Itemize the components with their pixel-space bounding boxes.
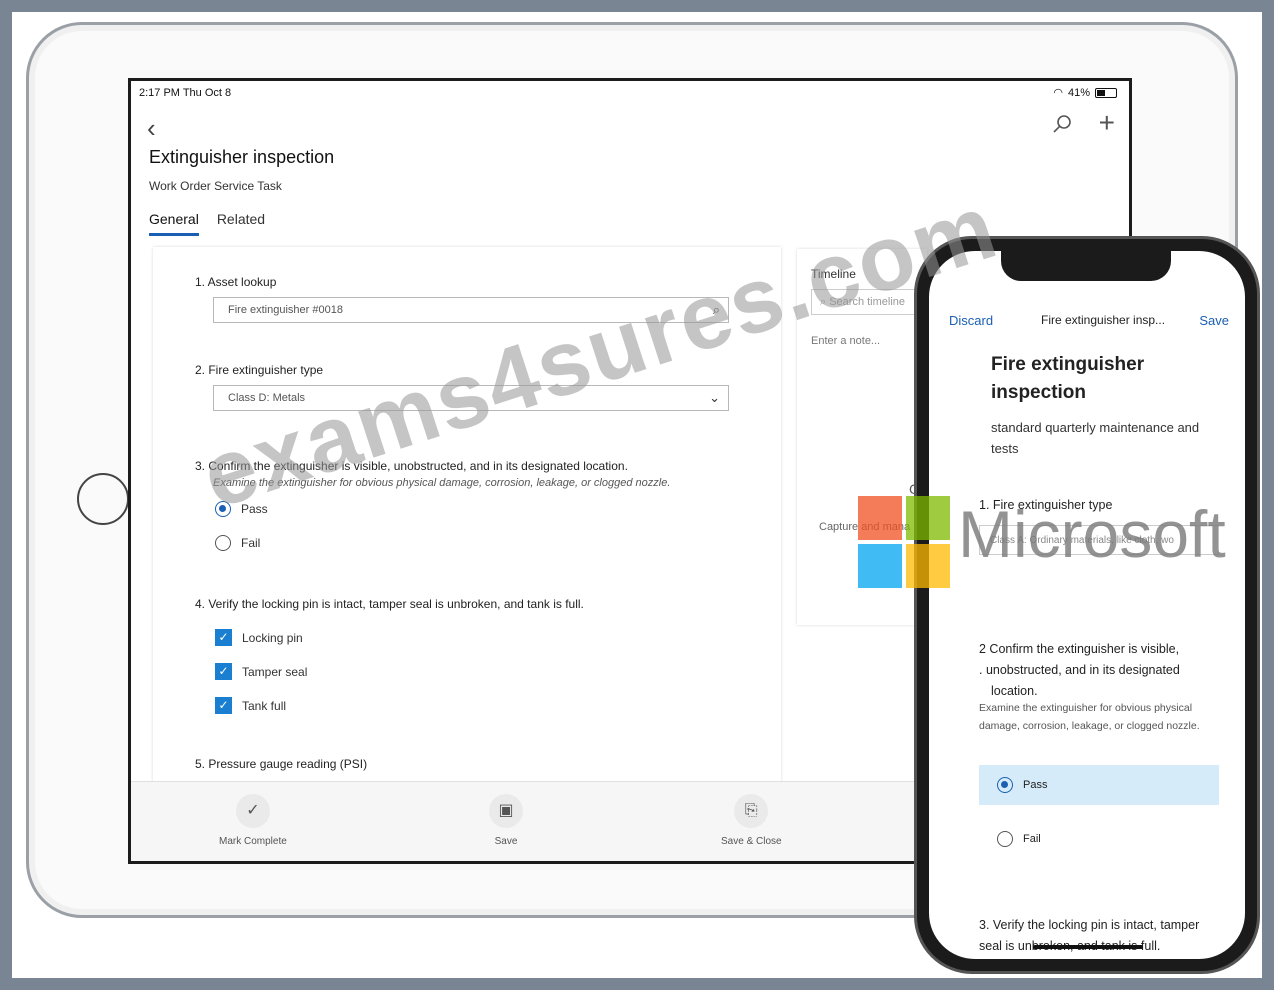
battery-icon xyxy=(1095,87,1117,98)
checkbox-label: Tamper seal xyxy=(242,664,308,679)
mark-complete-label: Mark Complete xyxy=(219,836,287,847)
tab-general[interactable]: General xyxy=(149,211,199,236)
home-indicator[interactable] xyxy=(1033,945,1143,949)
tab-related[interactable]: Related xyxy=(217,211,265,236)
phone-screen: Discard Fire extinguisher insp... Save F… xyxy=(929,251,1245,959)
phone-notch xyxy=(1001,251,1171,281)
radio-fail-label: Fail xyxy=(241,536,261,550)
check-icon[interactable]: ✓ xyxy=(215,629,232,646)
page-subtitle: Work Order Service Task xyxy=(149,179,282,193)
microsoft-logo-icon xyxy=(858,496,952,590)
phone-question-visibility-1: 2 Confirm the extinguisher is visible, xyxy=(979,642,1180,656)
asset-lookup-value: Fire extinguisher #0018 xyxy=(228,304,343,316)
save-close-icon: ⎘ xyxy=(734,794,769,828)
status-time: 2:17 PM Thu Oct 8 xyxy=(139,87,232,99)
checkbox-tank-full[interactable]: ✓ Tank full xyxy=(215,697,286,714)
checkbox-locking-pin[interactable]: ✓ Locking pin xyxy=(215,629,303,646)
checkbox-label: Locking pin xyxy=(242,630,303,645)
phone-question-locking-pin: 3. Verify the locking pin is intact, tam… xyxy=(979,918,1200,953)
watermark-brand: Microsoft xyxy=(958,497,1226,571)
question-extinguisher-type: 2. Fire extinguisher type xyxy=(195,363,324,377)
radio-fail-indicator[interactable] xyxy=(215,535,231,551)
back-chevron-icon[interactable]: ‹ xyxy=(147,113,156,144)
ipad-home-button[interactable] xyxy=(77,473,129,525)
add-icon[interactable]: + xyxy=(1099,107,1115,139)
chevron-down-icon: ⌄ xyxy=(709,390,720,405)
question-pressure-gauge: 5. Pressure gauge reading (PSI) xyxy=(195,757,368,771)
phone-question-hint: Examine the extinguisher for obvious phy… xyxy=(979,702,1200,732)
battery-percent: 41% xyxy=(1067,86,1090,99)
search-icon[interactable] xyxy=(1051,113,1073,140)
mark-complete-button[interactable]: ✓ Mark Complete xyxy=(219,794,287,847)
save-close-button[interactable]: ⎘ Save & Close xyxy=(721,794,782,847)
check-icon[interactable]: ✓ xyxy=(215,697,232,714)
wifi-icon: ◠ xyxy=(1053,87,1063,99)
discard-button[interactable]: Discard xyxy=(949,313,993,328)
status-indicators: ◠ 41% xyxy=(1053,86,1117,99)
phone-radio-fail-indicator[interactable] xyxy=(997,831,1013,847)
phone-save-button[interactable]: Save xyxy=(1199,313,1229,328)
phone-radio-pass[interactable]: Pass xyxy=(979,765,1219,805)
phone-radio-pass-indicator[interactable] xyxy=(997,777,1013,793)
checkbox-label: Tank full xyxy=(242,698,287,713)
tab-bar: General Related xyxy=(149,211,265,236)
page-title: Extinguisher inspection xyxy=(149,147,335,167)
save-icon: ▣ xyxy=(489,794,523,828)
checkmark-icon: ✓ xyxy=(235,794,270,828)
phone-radio-fail-label: Fail xyxy=(1023,833,1041,845)
question-asset-lookup: 1. Asset lookup xyxy=(195,275,277,289)
phone-frame: Discard Fire extinguisher insp... Save F… xyxy=(914,236,1260,974)
save-close-label: Save & Close xyxy=(721,836,782,847)
phone-page-title: Fire extinguisher inspection xyxy=(991,354,1145,403)
phone-header-title: Fire extinguisher insp... xyxy=(1041,313,1166,327)
radio-fail[interactable]: Fail xyxy=(215,535,260,551)
phone-radio-pass-label: Pass xyxy=(1023,779,1048,791)
question-locking-pin: 4. Verify the locking pin is intact, tam… xyxy=(195,597,584,611)
check-icon[interactable]: ✓ xyxy=(215,663,232,680)
timeline-note-input[interactable]: Enter a note... xyxy=(811,335,880,347)
phone-question-visibility-2: . unobstructed, and in its designated xyxy=(979,663,1180,677)
phone-page-subtitle: standard quarterly maintenance and tests xyxy=(991,420,1200,456)
checkbox-tamper-seal[interactable]: ✓ Tamper seal xyxy=(215,663,307,680)
save-label: Save xyxy=(494,836,518,847)
phone-radio-fail[interactable]: Fail xyxy=(997,831,1041,847)
save-button[interactable]: ▣ Save xyxy=(489,794,523,847)
status-bar: 2:17 PM Thu Oct 8 ◠ 41% xyxy=(131,81,1129,103)
